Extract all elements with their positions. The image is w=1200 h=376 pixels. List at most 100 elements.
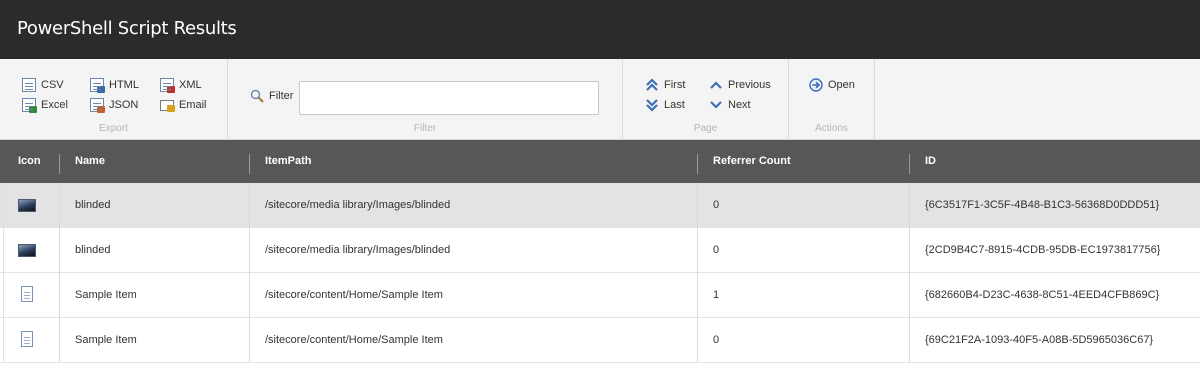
- last-page-button[interactable]: Last: [645, 97, 685, 113]
- column-divider: [249, 183, 250, 228]
- export-html-button[interactable]: HTML: [90, 77, 139, 93]
- cell-itempath: /sitecore/content/Home/Sample Item: [265, 289, 443, 301]
- table-row[interactable]: Sample Item /sitecore/content/Home/Sampl…: [0, 273, 1200, 318]
- column-divider: [697, 154, 698, 174]
- page-group-label: Page: [693, 123, 718, 134]
- results-table: Icon Name ItemPath Referrer Count ID bli…: [0, 140, 1200, 363]
- column-divider: [249, 154, 250, 174]
- column-header-name[interactable]: Name: [75, 140, 105, 183]
- html-label: HTML: [109, 79, 139, 91]
- media-image-icon: [18, 244, 36, 257]
- column-header-referrer-count[interactable]: Referrer Count: [713, 140, 791, 183]
- email-label: Email: [179, 99, 207, 111]
- first-page-button[interactable]: First: [645, 77, 685, 93]
- export-group: CSV Excel HTML JSON XML Email Export: [0, 59, 228, 139]
- column-divider: [909, 228, 910, 273]
- table-header: Icon Name ItemPath Referrer Count ID: [0, 140, 1200, 183]
- xml-label: XML: [179, 79, 202, 91]
- magnifier-icon: [250, 89, 264, 103]
- cell-referrer-count: 0: [713, 244, 720, 256]
- actions-group: Open Actions: [789, 59, 875, 139]
- row-gutter: [0, 228, 4, 273]
- document-icon: [21, 286, 33, 302]
- window-title: PowerShell Script Results: [17, 18, 237, 39]
- last-label: Last: [664, 99, 685, 111]
- column-header-id[interactable]: ID: [925, 140, 936, 183]
- chevron-up-icon: [710, 81, 722, 89]
- table-row[interactable]: blinded /sitecore/media library/Images/b…: [0, 183, 1200, 228]
- column-divider: [909, 273, 910, 318]
- actions-group-label: Actions: [815, 123, 848, 134]
- json-icon: [90, 98, 105, 113]
- email-icon: [160, 99, 175, 112]
- first-label: First: [664, 79, 686, 91]
- cell-referrer-count: 0: [713, 334, 720, 346]
- next-label: Next: [728, 99, 751, 111]
- column-divider: [697, 228, 698, 273]
- column-divider: [909, 154, 910, 174]
- column-divider: [909, 183, 910, 228]
- column-divider: [909, 318, 910, 363]
- arrow-right-circle-icon: [809, 78, 823, 92]
- column-divider: [697, 183, 698, 228]
- cell-name: Sample Item: [75, 334, 137, 346]
- cell-itempath: /sitecore/content/Home/Sample Item: [265, 334, 443, 346]
- export-csv-button[interactable]: CSV: [22, 77, 64, 93]
- cell-referrer-count: 1: [713, 289, 720, 301]
- csv-label: CSV: [41, 79, 64, 91]
- export-excel-button[interactable]: Excel: [22, 97, 68, 113]
- chevron-down-icon: [710, 101, 722, 109]
- export-email-button[interactable]: Email: [160, 97, 207, 113]
- export-json-button[interactable]: JSON: [90, 97, 138, 113]
- column-divider: [249, 318, 250, 363]
- cell-name: Sample Item: [75, 289, 137, 301]
- table-row[interactable]: blinded /sitecore/media library/Images/b…: [0, 228, 1200, 273]
- cell-itempath: /sitecore/media library/Images/blinded: [265, 199, 451, 211]
- csv-icon: [22, 78, 36, 92]
- excel-icon: [22, 98, 37, 113]
- column-divider: [249, 273, 250, 318]
- cell-id: {2CD9B4C7-8915-4CDB-95DB-EC1973817756}: [925, 244, 1161, 256]
- column-divider: [697, 318, 698, 363]
- filter-button[interactable]: Filter: [250, 88, 293, 104]
- double-chevron-up-icon: [646, 78, 658, 91]
- xml-icon: [160, 78, 175, 93]
- cell-name: blinded: [75, 244, 111, 256]
- filter-label: Filter: [269, 90, 294, 102]
- column-header-icon[interactable]: Icon: [18, 140, 41, 183]
- column-divider: [59, 183, 60, 228]
- cell-id: {682660B4-D23C-4638-8C51-4EED4CFB869C}: [925, 289, 1160, 301]
- column-divider: [59, 318, 60, 363]
- json-label: JSON: [109, 99, 139, 111]
- cell-name: blinded: [75, 199, 111, 211]
- export-xml-button[interactable]: XML: [160, 77, 202, 93]
- page-group: First Last Previous Next Page: [623, 59, 789, 139]
- cell-referrer-count: 0: [713, 199, 720, 211]
- table-row[interactable]: Sample Item /sitecore/content/Home/Sampl…: [0, 318, 1200, 363]
- excel-label: Excel: [41, 99, 68, 111]
- row-gutter: [0, 318, 4, 363]
- row-gutter: [0, 273, 4, 318]
- previous-label: Previous: [728, 79, 771, 91]
- title-bar: PowerShell Script Results: [0, 0, 1200, 59]
- row-gutter: [0, 183, 4, 228]
- column-divider: [59, 273, 60, 318]
- column-header-itempath[interactable]: ItemPath: [265, 140, 311, 183]
- previous-page-button[interactable]: Previous: [709, 77, 771, 93]
- cell-id: {6C3517F1-3C5F-4B48-B1C3-56368D0DDD51}: [925, 199, 1160, 211]
- filter-input[interactable]: [299, 81, 599, 115]
- export-group-label: Export: [99, 123, 128, 134]
- next-page-button[interactable]: Next: [709, 97, 751, 113]
- open-button[interactable]: Open: [809, 77, 855, 93]
- column-divider: [249, 228, 250, 273]
- ribbon-toolbar: CSV Excel HTML JSON XML Email Export Fil…: [0, 59, 1200, 140]
- media-image-icon: [18, 199, 36, 212]
- cell-id: {69C21F2A-1093-40F5-A08B-5D5965036C67}: [925, 334, 1154, 346]
- column-divider: [59, 154, 60, 174]
- filter-group-label: Filter: [413, 123, 437, 134]
- open-label: Open: [828, 79, 855, 91]
- column-divider: [697, 273, 698, 318]
- document-icon: [21, 331, 33, 347]
- column-divider: [59, 228, 60, 273]
- double-chevron-down-icon: [646, 99, 658, 112]
